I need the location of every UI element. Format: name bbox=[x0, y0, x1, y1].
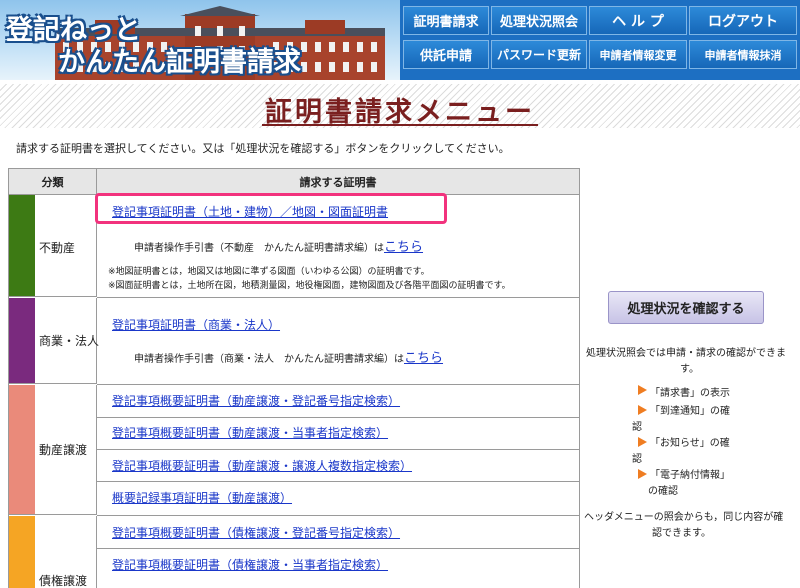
nav-certificate-request[interactable]: 証明書請求 bbox=[403, 6, 489, 35]
category-label: 動産譲渡 bbox=[39, 443, 88, 457]
guide-link-commercial[interactable]: こちら bbox=[404, 351, 443, 366]
guide-real-estate: 申請者操作手引書（不動産 かんたん証明書請求編）はこちら bbox=[134, 236, 423, 255]
header-nav: 証明書請求 処理状況照会 ヘ ル プ ログアウト 供託申請 パスワード更新 申請… bbox=[403, 6, 797, 72]
nav-status-inquiry[interactable]: 処理状況照会 bbox=[491, 6, 587, 35]
nav-password-update[interactable]: パスワード更新 bbox=[491, 40, 587, 69]
guide-text: 申請者操作手引書（不動産 かんたん証明書請求編）は bbox=[134, 243, 384, 254]
panel-item-notice-line2: 認 bbox=[632, 454, 642, 465]
note-map-certificate: ※地図証明書とは，地図又は地図に準ずる図面（いわゆる公図）の証明書です。 bbox=[108, 267, 430, 277]
panel-desc-line1: 処理状況照会では申請・請求の確認ができま bbox=[586, 348, 786, 359]
category-label: 債権譲渡 bbox=[39, 574, 88, 588]
category-label: 商業・法人 bbox=[39, 334, 100, 348]
link-movables-registration-number[interactable]: 登記事項概要証明書（動産譲渡・登記番号指定検索） bbox=[112, 392, 400, 409]
nav-logout[interactable]: ログアウト bbox=[689, 6, 797, 35]
category-color-bar bbox=[9, 385, 35, 514]
nav-deposit-application[interactable]: 供託申請 bbox=[403, 40, 489, 69]
panel-item-arrival-line2: 認 bbox=[632, 422, 642, 433]
guide-link-real-estate[interactable]: こちら bbox=[384, 240, 423, 255]
panel-footer-line1: ヘッダメニューの照会からも，同じ内容が確 bbox=[584, 512, 784, 523]
category-label: 不動産 bbox=[39, 241, 76, 255]
table-header-certificate: 請求する証明書 bbox=[97, 169, 579, 195]
title-underline bbox=[262, 124, 538, 126]
panel-item-payment-line1: 「電子納付情報」 bbox=[650, 470, 730, 481]
intro-text: 請求する証明書を選択してください。又は「処理状況を確認する」ボタンをクリックして… bbox=[16, 142, 510, 155]
category-real-estate: 不動産 bbox=[9, 195, 97, 297]
guide-commercial: 申請者操作手引書（商業・法人 かんたん証明書請求編）はこちら bbox=[134, 347, 443, 366]
panel-item-notice-line1: 「お知らせ」の確 bbox=[650, 438, 730, 449]
category-color-bar bbox=[9, 195, 35, 296]
link-commercial-certificate[interactable]: 登記事項証明書（商業・法人） bbox=[112, 316, 280, 333]
arrow-right-icon bbox=[638, 405, 647, 415]
link-receivables-registration-number[interactable]: 登記事項概要証明書（債権譲渡・登記番号指定検索） bbox=[112, 524, 400, 541]
link-movables-summary-record[interactable]: 概要記録事項証明書（動産譲渡） bbox=[112, 489, 292, 506]
panel-item-arrival-line1: 「到達通知」の確 bbox=[650, 406, 730, 417]
link-movables-multiple-assignors[interactable]: 登記事項概要証明書（動産譲渡・譲渡人複数指定検索） bbox=[112, 457, 412, 474]
panel-footer-line2: 認できます。 bbox=[652, 528, 711, 539]
panel-desc-line2: す。 bbox=[680, 364, 699, 375]
link-receivables-party[interactable]: 登記事項概要証明書（債権譲渡・当事者指定検索） bbox=[112, 556, 388, 573]
table-header-category: 分類 bbox=[9, 169, 97, 195]
arrow-right-icon bbox=[638, 469, 647, 479]
category-color-bar bbox=[9, 298, 35, 383]
panel-item-request: 「請求書」の表示 bbox=[650, 388, 730, 399]
category-color-bar bbox=[9, 516, 35, 588]
site-header: 登記ねっと かんたん証明書請求 証明書請求 処理状況照会 ヘ ル プ ログアウト… bbox=[0, 0, 800, 80]
nav-help[interactable]: ヘ ル プ bbox=[589, 6, 687, 35]
panel-item-payment-line2: の確認 bbox=[648, 486, 678, 497]
arrow-right-icon bbox=[638, 437, 647, 447]
guide-text: 申請者操作手引書（商業・法人 かんたん証明書請求編）は bbox=[134, 354, 404, 365]
note-drawing-certificate: ※図面証明書とは，土地所在図，地積測量図，地役権図面，建物図面及び各階平面図の証… bbox=[108, 281, 511, 291]
arrow-right-icon bbox=[638, 385, 647, 395]
link-movables-party[interactable]: 登記事項概要証明書（動産譲渡・当事者指定検索） bbox=[112, 424, 388, 441]
category-movables-transfer: 動産譲渡 bbox=[9, 385, 97, 515]
category-commercial-corporate: 商業・法人 bbox=[9, 298, 100, 384]
category-receivables-transfer: 債権譲渡 bbox=[9, 516, 97, 588]
check-status-button[interactable]: 処理状況を確認する bbox=[608, 291, 764, 324]
logo-line2: かんたん証明書請求 bbox=[58, 47, 301, 78]
nav-applicant-info-delete[interactable]: 申請者情報抹消 bbox=[689, 40, 797, 69]
selection-highlight bbox=[95, 193, 447, 224]
title-band: 証明書請求メニュー bbox=[0, 84, 800, 128]
nav-applicant-info-change[interactable]: 申請者情報変更 bbox=[589, 40, 687, 69]
